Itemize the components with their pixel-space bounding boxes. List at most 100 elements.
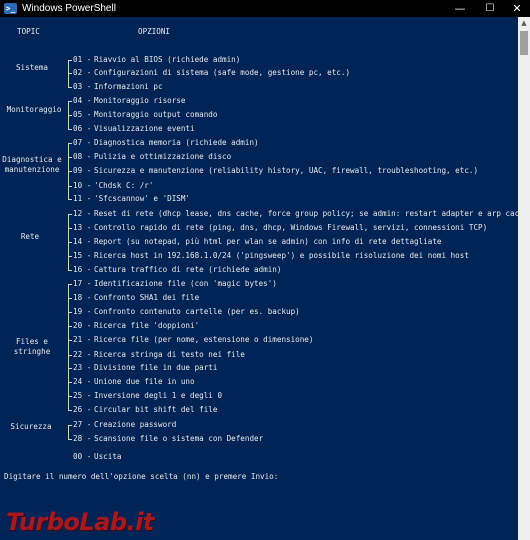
group-bracket-tick bbox=[68, 355, 72, 356]
menu-option-05-text: Monitoraggio output comando bbox=[94, 110, 218, 119]
menu-option-04-text: Monitoraggio risorse bbox=[94, 96, 186, 105]
menu-option-08-number: 08 - bbox=[73, 152, 96, 161]
menu-option-24-number: 24 - bbox=[73, 377, 96, 386]
menu-option-22-number: 22 - bbox=[73, 350, 96, 359]
window-title: Windows PowerShell bbox=[22, 3, 116, 14]
group-bracket-line bbox=[68, 425, 69, 440]
menu-option-28-number: 28 - bbox=[73, 434, 96, 443]
menu-option-02-number: 02 - bbox=[73, 68, 96, 77]
menu-option-18-number: 18 - bbox=[73, 293, 96, 302]
group-bracket-tick bbox=[68, 368, 72, 369]
menu-option-23-number: 23 - bbox=[73, 363, 96, 372]
category-sicurezza: Sicurezza bbox=[10, 422, 52, 431]
category-rete: Rete bbox=[20, 232, 40, 241]
menu-option-26-number: 26 - bbox=[73, 405, 96, 414]
menu-option-24-text: Unione due file in uno bbox=[94, 377, 195, 386]
menu-option-25-number: 25 - bbox=[73, 391, 96, 400]
console-output[interactable]: TOPIC OPZIONI 01 - Riavvio al BIOS (rich… bbox=[0, 17, 530, 540]
group-bracket-tick bbox=[68, 73, 72, 74]
menu-option-06-text: Visualizzazione eventi bbox=[94, 124, 195, 133]
menu-option-15-number: 15 - bbox=[73, 251, 96, 260]
group-bracket-tick bbox=[68, 396, 72, 397]
group-bracket-tick bbox=[68, 410, 72, 411]
group-bracket-tick bbox=[68, 439, 72, 440]
group-bracket-tick bbox=[68, 425, 72, 426]
menu-option-08-text: Pulizia e ottimizzazione disco bbox=[94, 152, 232, 161]
menu-option-09-number: 09 - bbox=[73, 166, 96, 175]
menu-option-02-text: Configurazioni di sistema (safe mode, ge… bbox=[94, 68, 351, 77]
menu-option-17-text: Identificazione file (con 'magic bytes') bbox=[94, 279, 277, 288]
menu-option-27-text: Creazione password bbox=[94, 420, 177, 429]
minimize-button[interactable]: — bbox=[446, 0, 474, 17]
menu-option-17-number: 17 - bbox=[73, 279, 96, 288]
group-bracket-tick bbox=[68, 228, 72, 229]
group-bracket-tick bbox=[68, 129, 72, 130]
title-bar: >_ Windows PowerShell — ☐ ✕ bbox=[0, 0, 530, 17]
scroll-up-arrow-icon[interactable]: ▲ bbox=[518, 17, 530, 29]
menu-option-25-text: Inversione degli 1 e degli 0 bbox=[94, 391, 223, 400]
menu-option-10-text: 'Chdsk C: /r' bbox=[94, 181, 154, 190]
menu-option-03-number: 03 - bbox=[73, 82, 96, 91]
menu-option-21-text: Ricerca file (per nome, estensione o dim… bbox=[94, 335, 314, 344]
menu-option-22-text: Ricerca stringa di testo nei file bbox=[94, 350, 245, 359]
menu-option-20-text: Ricerca file 'doppioni' bbox=[94, 321, 200, 330]
group-bracket-tick bbox=[68, 242, 72, 243]
menu-option-12-text: Reset di rete (dhcp lease, dns cache, fo… bbox=[94, 209, 530, 218]
turbolab-watermark: TurboLab.it bbox=[6, 508, 154, 536]
menu-option-15-text: Ricerca host in 192.168.1.0/24 ('pingswe… bbox=[94, 251, 469, 260]
menu-option-23-text: Divisione file in due parti bbox=[94, 363, 218, 372]
menu-option-16-number: 16 - bbox=[73, 265, 96, 274]
menu-option-07-number: 07 - bbox=[73, 138, 96, 147]
group-bracket-tick bbox=[68, 284, 72, 285]
group-bracket-tick bbox=[68, 326, 72, 327]
menu-option-19-number: 19 - bbox=[73, 307, 96, 316]
menu-option-11-text: 'Sfcscannow' e 'DISM' bbox=[94, 194, 191, 203]
group-bracket-tick bbox=[68, 171, 72, 172]
menu-option-14-number: 14 - bbox=[73, 237, 96, 246]
menu-option-01-number: 01 - bbox=[73, 55, 96, 64]
input-prompt: Digitare il numero dell'opzione scelta (… bbox=[4, 472, 279, 481]
close-button[interactable]: ✕ bbox=[503, 0, 530, 17]
menu-option-26-text: Circular bit shift del file bbox=[94, 405, 218, 414]
menu-option-13-number: 13 - bbox=[73, 223, 96, 232]
menu-option-04-number: 04 - bbox=[73, 96, 96, 105]
header-topic: TOPIC bbox=[17, 27, 40, 36]
menu-option-06-number: 06 - bbox=[73, 124, 96, 133]
group-bracket-line bbox=[68, 284, 69, 411]
group-bracket-tick bbox=[68, 186, 72, 187]
menu-option-07-text: Diagnostica memoria (richiede admin) bbox=[94, 138, 259, 147]
vertical-scrollbar[interactable]: ▲ bbox=[518, 17, 530, 540]
group-bracket-tick bbox=[68, 143, 72, 144]
group-bracket-tick bbox=[68, 256, 72, 257]
group-bracket-line bbox=[68, 60, 69, 88]
menu-option-exit-number: 00 - bbox=[73, 452, 96, 461]
group-bracket-tick bbox=[68, 298, 72, 299]
scrollbar-thumb[interactable] bbox=[520, 31, 528, 55]
menu-option-09-text: Sicurezza e manutenzione (reliability hi… bbox=[94, 166, 479, 175]
powershell-icon[interactable]: >_ bbox=[4, 3, 17, 14]
maximize-button[interactable]: ☐ bbox=[476, 0, 504, 17]
menu-option-19-text: Confronto contenuto cartelle (per es. ba… bbox=[94, 307, 300, 316]
group-bracket-tick bbox=[68, 312, 72, 313]
menu-option-13-text: Controllo rapido di rete (ping, dns, dhc… bbox=[94, 223, 488, 232]
group-bracket-tick bbox=[68, 199, 72, 200]
category-sistema: Sistema bbox=[15, 63, 48, 72]
menu-option-10-number: 10 - bbox=[73, 181, 96, 190]
header-options: OPZIONI bbox=[138, 27, 171, 36]
group-bracket-tick bbox=[68, 157, 72, 158]
group-bracket-tick bbox=[68, 60, 72, 61]
menu-option-exit-text: Uscita bbox=[94, 452, 122, 461]
menu-option-16-text: Cattura traffico di rete (richiede admin… bbox=[94, 265, 282, 274]
menu-option-05-number: 05 - bbox=[73, 110, 96, 119]
menu-option-01-text: Riavvio al BIOS (richiede admin) bbox=[94, 55, 241, 64]
group-bracket-tick bbox=[68, 382, 72, 383]
menu-option-03-text: Informazioni pc bbox=[94, 82, 163, 91]
menu-option-20-number: 20 - bbox=[73, 321, 96, 330]
group-bracket-tick bbox=[68, 214, 72, 215]
menu-option-28-text: Scansione file o sistema con Defender bbox=[94, 434, 264, 443]
group-bracket-tick bbox=[68, 101, 72, 102]
menu-option-27-number: 27 - bbox=[73, 420, 96, 429]
menu-option-12-number: 12 - bbox=[73, 209, 96, 218]
menu-option-11-number: 11 - bbox=[73, 194, 96, 203]
menu-option-18-text: Confronto SHA1 dei file bbox=[94, 293, 200, 302]
